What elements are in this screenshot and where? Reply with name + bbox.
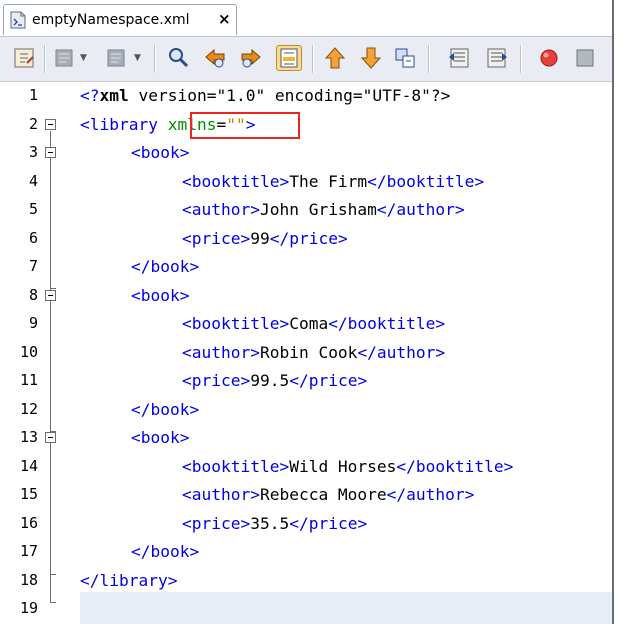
code-line: 5 <author>John Grisham</author> bbox=[0, 196, 612, 224]
line-number: 5 bbox=[28, 200, 38, 218]
editor-toolbar: ▼ ▼ bbox=[0, 36, 612, 82]
forward-icon[interactable] bbox=[104, 45, 130, 71]
code-editor[interactable]: 1 <?xml version="1.0" encoding="UTF-8"?>… bbox=[0, 82, 612, 624]
line-number: 9 bbox=[28, 314, 38, 332]
line-number: 19 bbox=[19, 599, 38, 617]
record-macro-icon[interactable] bbox=[536, 45, 562, 71]
line-content: <book> bbox=[131, 285, 190, 305]
code-line: 7 </book> bbox=[0, 253, 612, 281]
line-content: <book> bbox=[131, 143, 190, 162]
fold-toggle-icon[interactable] bbox=[45, 118, 56, 130]
line-content: <price>99.5</price> bbox=[182, 371, 368, 390]
shift-right-icon[interactable] bbox=[484, 45, 510, 71]
line-number: 17 bbox=[19, 542, 38, 560]
fold-toggle-icon[interactable] bbox=[45, 289, 56, 301]
toggle-highlight-icon[interactable] bbox=[276, 45, 302, 71]
line-content: </book> bbox=[131, 257, 200, 276]
line-content: </book> bbox=[131, 399, 200, 419]
line-content: <?xml version="1.0" encoding="UTF-8"?> bbox=[80, 86, 451, 105]
shift-left-icon[interactable] bbox=[446, 45, 472, 71]
code-line: 9 <booktitle>Coma</booktitle> bbox=[0, 310, 612, 338]
code-line: 1 <?xml version="1.0" encoding="UTF-8"?> bbox=[0, 82, 612, 110]
line-content: <booktitle>Coma</booktitle> bbox=[182, 314, 446, 333]
code-line: 15 <author>Rebecca Moore</author> bbox=[0, 481, 612, 509]
line-number: 12 bbox=[19, 399, 38, 418]
chevron-down-icon[interactable]: ▼ bbox=[134, 53, 141, 63]
code-line: 19 bbox=[0, 595, 612, 623]
line-number: 6 bbox=[28, 228, 38, 247]
line-number: 15 bbox=[19, 485, 38, 503]
line-number: 13 bbox=[19, 428, 38, 446]
find-icon[interactable] bbox=[166, 45, 192, 71]
line-number: 8 bbox=[28, 285, 38, 304]
chevron-down-icon[interactable]: ▼ bbox=[80, 53, 87, 63]
window-edge bbox=[612, 0, 614, 624]
editor-tab[interactable]: emptyNamespace.xml × bbox=[3, 4, 237, 35]
stop-macro-icon[interactable] bbox=[572, 45, 598, 71]
code-line: 2 <library xmlns=""> bbox=[0, 111, 612, 139]
find-next-icon[interactable] bbox=[238, 45, 264, 71]
line-content: <booktitle>The Firm</booktitle> bbox=[182, 171, 485, 191]
line-number: 10 bbox=[19, 342, 38, 361]
code-line: 8 <book> bbox=[0, 282, 612, 310]
code-line: 4 <booktitle>The Firm</booktitle> bbox=[0, 168, 612, 196]
line-content: <booktitle>Wild Horses</booktitle> bbox=[182, 456, 514, 476]
xml-file-icon bbox=[10, 11, 26, 29]
line-content: </library> bbox=[80, 570, 178, 590]
line-content: <price>99</price> bbox=[182, 228, 348, 248]
line-content: <book> bbox=[131, 428, 190, 447]
fold-toggle-icon[interactable] bbox=[45, 147, 56, 158]
code-line: 11 <price>99.5</price> bbox=[0, 367, 612, 395]
close-icon[interactable]: × bbox=[218, 10, 231, 28]
code-line: 14 <booktitle>Wild Horses</booktitle> bbox=[0, 453, 612, 481]
last-edit-icon[interactable] bbox=[12, 45, 38, 71]
code-line: 13 <book> bbox=[0, 424, 612, 452]
back-icon[interactable] bbox=[52, 45, 78, 71]
tab-strip: emptyNamespace.xml × bbox=[0, 0, 625, 36]
find-previous-icon[interactable] bbox=[202, 45, 228, 71]
code-line: 16 <price>35.5</price> bbox=[0, 510, 612, 538]
previous-bookmark-icon[interactable] bbox=[322, 45, 348, 71]
line-content: </book> bbox=[131, 542, 200, 561]
line-number: 3 bbox=[28, 143, 38, 161]
code-line: 17 </book> bbox=[0, 538, 612, 566]
line-content: <author>John Grisham</author> bbox=[182, 200, 465, 219]
fold-toggle-icon[interactable] bbox=[45, 432, 56, 443]
highlight-box bbox=[190, 112, 300, 139]
line-number: 11 bbox=[19, 371, 38, 389]
line-content: <price>35.5</price> bbox=[182, 513, 368, 533]
line-number: 14 bbox=[19, 456, 38, 475]
code-line: 6 <price>99</price> bbox=[0, 225, 612, 253]
tab-title: emptyNamespace.xml bbox=[32, 12, 190, 28]
line-number: 2 bbox=[28, 114, 38, 133]
code-line: 3 <book> bbox=[0, 139, 612, 167]
toggle-bookmark-icon[interactable] bbox=[392, 45, 418, 71]
next-bookmark-icon[interactable] bbox=[358, 45, 384, 71]
line-content: <author>Rebecca Moore</author> bbox=[182, 485, 475, 504]
code-line: 18 </library> bbox=[0, 567, 612, 595]
line-number: 16 bbox=[19, 513, 38, 532]
line-number: 7 bbox=[28, 257, 38, 275]
line-number: 18 bbox=[19, 570, 38, 589]
code-line: 12 </book> bbox=[0, 396, 612, 424]
line-content: <author>Robin Cook</author> bbox=[182, 342, 446, 362]
line-number: 4 bbox=[28, 171, 38, 190]
code-line: 10 <author>Robin Cook</author> bbox=[0, 339, 612, 367]
line-number: 1 bbox=[28, 86, 38, 104]
